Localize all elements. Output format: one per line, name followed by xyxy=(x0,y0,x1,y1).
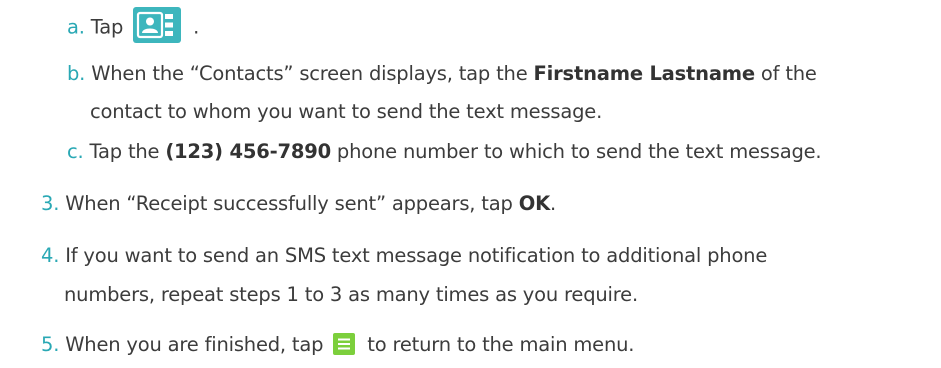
step-text: Tap the xyxy=(89,140,166,163)
step-4-continued: numbers, repeat steps 1 to 3 as many tim… xyxy=(64,283,638,306)
step-number: a. xyxy=(67,15,85,39)
step-3: 3. When “Receipt successfully sent” appe… xyxy=(41,191,556,217)
step-text: When you are finished, tap xyxy=(65,333,330,356)
step-text-end: phone number to which to send the text m… xyxy=(330,140,822,163)
step-text-end: . xyxy=(193,15,200,39)
step-5: 5. When you are finished, tap to return … xyxy=(41,332,634,358)
step-text-end: to return to the main menu. xyxy=(361,333,635,356)
step-2b-continued: contact to whom you want to send the tex… xyxy=(90,100,603,123)
contacts-icon xyxy=(133,7,182,43)
step-number: 4. xyxy=(41,244,60,267)
step-number: 3. xyxy=(41,192,60,215)
ok-label: OK xyxy=(518,192,550,215)
menu-icon xyxy=(333,332,356,355)
phone-number: (123) 456-7890 xyxy=(165,140,331,163)
step-text: If you want to send an SMS text message … xyxy=(65,244,768,267)
step-number: b. xyxy=(67,62,86,85)
step-text-end: . xyxy=(549,192,556,215)
step-text: Tap xyxy=(90,15,124,39)
step-2a: a. Tap . xyxy=(67,7,200,46)
step-text: When “Receipt successfully sent” appears… xyxy=(65,192,519,215)
step-2b: b. When the “Contacts” screen displays, … xyxy=(67,61,817,87)
step-text-end: of the xyxy=(754,62,817,85)
contact-name: Firstname Lastname xyxy=(533,62,756,85)
step-number: c. xyxy=(67,140,84,163)
step-number: 5. xyxy=(41,333,60,356)
step-text: When the “Contacts” screen displays, tap… xyxy=(91,62,534,85)
step-4: 4. If you want to send an SMS text messa… xyxy=(41,243,767,269)
step-2c: c. Tap the (123) 456-7890 phone number t… xyxy=(67,139,822,165)
